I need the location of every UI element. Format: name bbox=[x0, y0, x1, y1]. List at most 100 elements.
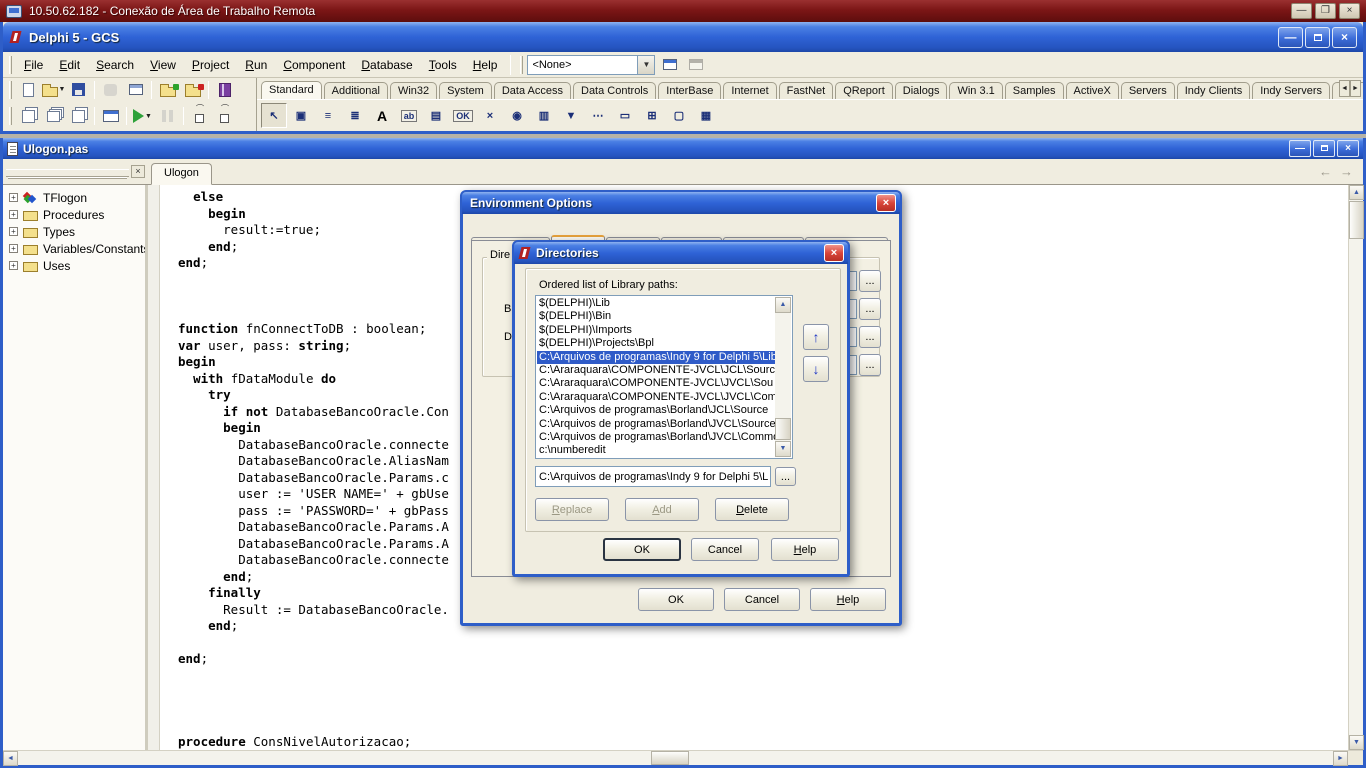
new-file-icon[interactable] bbox=[16, 79, 41, 100]
menu-database[interactable]: Database bbox=[353, 55, 420, 75]
listbox-scroll-down-icon[interactable]: ▼ bbox=[775, 441, 791, 457]
menu-view[interactable]: View bbox=[142, 55, 184, 75]
directories-titlebar[interactable]: Directories × bbox=[514, 242, 848, 264]
editor-titlebar[interactable]: Ulogon.pas — × bbox=[3, 138, 1363, 159]
replace-button[interactable]: Replace bbox=[535, 498, 609, 521]
palette-tab-additional[interactable]: Additional bbox=[324, 82, 388, 99]
env-options-titlebar[interactable]: Environment Options × bbox=[462, 192, 900, 214]
library-path-item[interactable]: C:\Araraquara\COMPONENTE-JVCL\JVCL\Com bbox=[537, 391, 775, 404]
app-titlebar[interactable]: Delphi 5 - GCS — × bbox=[3, 22, 1363, 52]
library-path-item[interactable]: C:\Araraquara\COMPONENTE-JVCL\JCL\Sourc bbox=[537, 364, 775, 377]
env-ok-button[interactable]: OK bbox=[638, 588, 714, 611]
toggle-form-unit-icon[interactable] bbox=[66, 106, 91, 127]
dropdown-caret-icon[interactable]: ▼ bbox=[145, 113, 152, 120]
new-form-icon[interactable] bbox=[98, 106, 123, 127]
env-field-4[interactable] bbox=[849, 355, 857, 375]
tree-item-types[interactable]: +Types bbox=[3, 223, 145, 240]
code-explorer-close-button[interactable]: × bbox=[131, 165, 145, 178]
palette-tab-internet[interactable]: Internet bbox=[723, 82, 776, 99]
menu-run[interactable]: Run bbox=[237, 55, 275, 75]
delete-button[interactable]: Delete bbox=[715, 498, 789, 521]
path-browse-button[interactable]: ... bbox=[775, 467, 796, 486]
menu-component[interactable]: Component bbox=[275, 55, 353, 75]
library-path-item[interactable]: C:\Araraquara\COMPONENTE-JVCL\JVCL\Sou bbox=[537, 377, 775, 390]
menu-tools[interactable]: Tools bbox=[421, 55, 465, 75]
palette-tab-servers[interactable]: Servers bbox=[1121, 82, 1175, 99]
vertical-scroll-thumb[interactable] bbox=[1349, 201, 1364, 239]
open-project-icon[interactable] bbox=[123, 79, 148, 100]
env-browse-button-2[interactable]: ... bbox=[859, 298, 881, 320]
library-path-item[interactable]: C:\Arquivos de programas\Borland\JVCL\Co… bbox=[537, 431, 775, 444]
palette-tab-dialogs[interactable]: Dialogs bbox=[895, 82, 948, 99]
env-browse-button-1[interactable]: ... bbox=[859, 270, 881, 292]
scroll-right-icon[interactable]: ► bbox=[1333, 751, 1348, 766]
dir-help-button[interactable]: Help bbox=[771, 538, 839, 561]
tree-item-variables-constants[interactable]: +Variables/Constants bbox=[3, 240, 145, 257]
app-close-button[interactable]: × bbox=[1332, 27, 1357, 48]
editor-tab-ulogon[interactable]: Ulogon bbox=[151, 163, 212, 185]
horizontal-scroll-thumb[interactable] bbox=[651, 751, 689, 765]
app-minimize-button[interactable]: — bbox=[1278, 27, 1303, 48]
rdp-minimize-button[interactable]: — bbox=[1291, 3, 1312, 19]
pause-icon[interactable] bbox=[155, 106, 180, 127]
code-explorer-grip[interactable] bbox=[6, 169, 129, 177]
dir-cancel-button[interactable]: Cancel bbox=[691, 538, 759, 561]
component-frames-icon[interactable]: ▣ bbox=[288, 103, 314, 128]
library-path-item[interactable]: C:\Arquivos de programas\Borland\JCL\Sou… bbox=[537, 404, 775, 417]
tree-item-uses[interactable]: +Uses bbox=[3, 257, 145, 274]
tree-expand-icon[interactable]: + bbox=[9, 261, 18, 270]
standard-toolbar-grip[interactable] bbox=[9, 81, 12, 99]
library-path-item[interactable]: C:\Arquivos de programas\Indy 9 for Delp… bbox=[537, 351, 775, 364]
env-browse-button-4[interactable]: ... bbox=[859, 354, 881, 376]
listbox-scroll-up-icon[interactable]: ▲ bbox=[775, 297, 791, 313]
scroll-down-icon[interactable]: ▼ bbox=[1349, 735, 1364, 750]
tree-expand-icon[interactable]: + bbox=[9, 210, 18, 219]
editor-vertical-scrollbar[interactable]: ▲ ▼ bbox=[1348, 185, 1363, 750]
tree-item-tflogon[interactable]: +TFlogon bbox=[3, 189, 145, 206]
menu-search[interactable]: Search bbox=[88, 55, 142, 75]
rdp-restore-button[interactable]: ❐ bbox=[1315, 3, 1336, 19]
move-down-button[interactable]: ↓ bbox=[803, 356, 829, 382]
editor-horizontal-scrollbar[interactable]: ◄ ► bbox=[3, 750, 1363, 765]
palette-tab-qreport[interactable]: QReport bbox=[835, 82, 893, 99]
tree-expand-icon[interactable]: + bbox=[9, 244, 18, 253]
dir-ok-button[interactable]: OK bbox=[603, 538, 681, 561]
library-paths-listbox[interactable]: $(DELPHI)\Lib$(DELPHI)\Bin$(DELPHI)\Impo… bbox=[535, 295, 793, 459]
save-all-icon[interactable] bbox=[98, 79, 123, 100]
combo-dropdown-icon[interactable]: ▼ bbox=[637, 56, 654, 74]
palette-scroll-left-icon[interactable]: ◄ bbox=[1339, 80, 1350, 97]
remove-file-from-project-icon[interactable] bbox=[180, 79, 205, 100]
palette-tab-indy-clients[interactable]: Indy Clients bbox=[1177, 82, 1250, 99]
palette-tab-activex[interactable]: ActiveX bbox=[1066, 82, 1119, 99]
env-field-1[interactable] bbox=[849, 271, 857, 291]
step-over-icon[interactable] bbox=[212, 106, 237, 127]
env-options-close-icon[interactable]: × bbox=[876, 194, 896, 212]
tree-item-procedures[interactable]: +Procedures bbox=[3, 206, 145, 223]
open-file-icon[interactable]: ▼ bbox=[41, 79, 66, 100]
palette-tab-data-controls[interactable]: Data Controls bbox=[573, 82, 656, 99]
desktop-toolbar-grip[interactable] bbox=[520, 56, 523, 74]
listbox-scrollbar[interactable]: ▲ ▼ bbox=[775, 297, 791, 457]
library-path-item[interactable]: $(DELPHI)\Projects\Bpl bbox=[537, 337, 775, 350]
view-toolbar-grip[interactable] bbox=[9, 107, 12, 125]
component-list-box-icon[interactable]: ▥ bbox=[531, 103, 557, 128]
component-memo-icon[interactable]: ▤ bbox=[423, 103, 449, 128]
view-form-icon[interactable] bbox=[41, 106, 66, 127]
component-label-icon[interactable]: A bbox=[369, 103, 395, 128]
library-path-item[interactable]: $(DELPHI)\Imports bbox=[537, 324, 775, 337]
palette-tab-standard[interactable]: Standard bbox=[261, 81, 322, 99]
save-file-icon[interactable] bbox=[66, 79, 91, 100]
palette-tab-system[interactable]: System bbox=[439, 82, 492, 99]
palette-scroll-right-icon[interactable]: ► bbox=[1350, 80, 1361, 97]
env-cancel-button[interactable]: Cancel bbox=[724, 588, 800, 611]
component-button-icon[interactable]: OK bbox=[450, 103, 476, 128]
palette-tab-win32[interactable]: Win32 bbox=[390, 82, 437, 99]
rdp-close-button[interactable]: × bbox=[1339, 3, 1360, 19]
palette-tab-data-access[interactable]: Data Access bbox=[494, 82, 571, 99]
component-checkbox-icon[interactable]: × bbox=[477, 103, 503, 128]
dropdown-caret-icon[interactable]: ▼ bbox=[59, 86, 66, 93]
add-file-to-project-icon[interactable] bbox=[155, 79, 180, 100]
menu-edit[interactable]: Edit bbox=[51, 55, 88, 75]
menu-project[interactable]: Project bbox=[184, 55, 237, 75]
palette-tab-win-3-1[interactable]: Win 3.1 bbox=[949, 82, 1002, 99]
